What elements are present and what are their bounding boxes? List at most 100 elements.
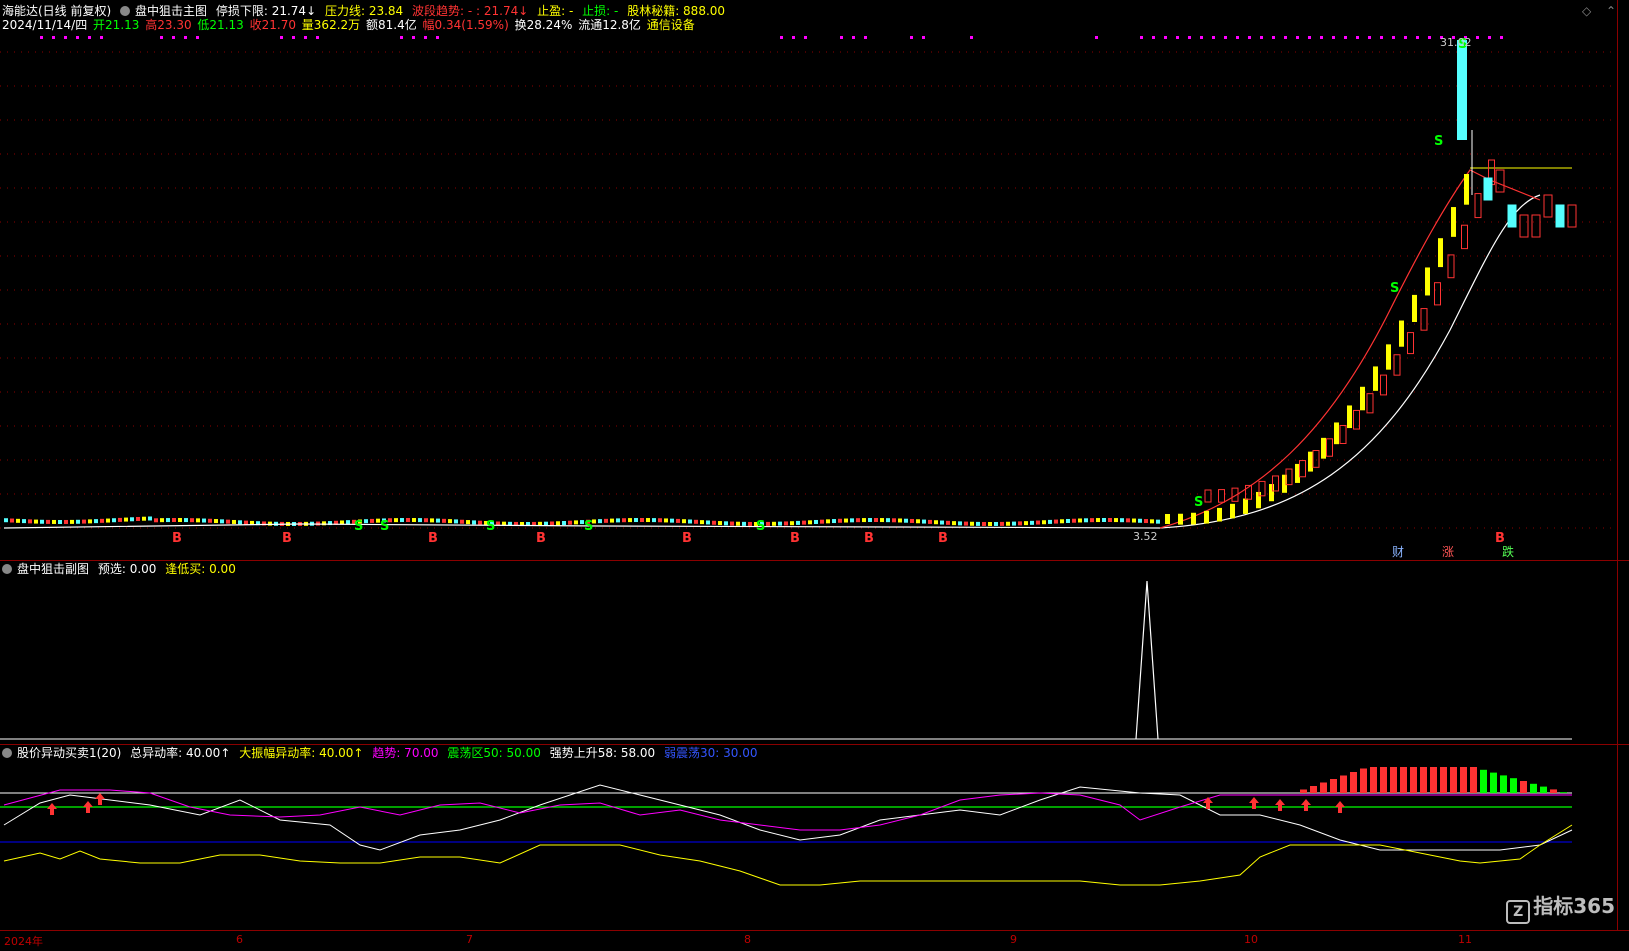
collapse-circle-icon[interactable] <box>2 564 12 574</box>
candle <box>670 518 674 523</box>
signal-dot <box>1488 36 1491 39</box>
ma-white-line <box>3 194 1541 529</box>
candle <box>730 521 734 526</box>
candle <box>424 518 428 523</box>
main-chart-canvas[interactable]: B B B B B B B B BS S S S SSSSS <box>0 0 1629 560</box>
indicator-panel[interactable]: 股价异动买卖1(20) 总异动率: 40.00↑ 大振幅异动率: 40.00↑ … <box>0 744 1629 931</box>
signal-dot <box>292 36 295 39</box>
candle <box>22 519 26 524</box>
candle <box>412 518 416 523</box>
buy-signal: B <box>282 531 292 546</box>
candle <box>988 522 992 526</box>
candle <box>202 518 206 523</box>
collapse-circle-icon[interactable] <box>2 748 12 758</box>
sell-signal: S <box>584 519 593 534</box>
date-label-9: 9 <box>1010 933 1017 946</box>
secret-value: 股林秘籍: 888.00 <box>627 4 726 18</box>
candle <box>1156 519 1160 524</box>
candle <box>742 521 746 526</box>
candle <box>136 516 140 521</box>
quote-low: 低21.13 <box>197 18 244 32</box>
candle <box>472 520 476 525</box>
stock-title[interactable]: 海能达(日线 前复权) <box>2 4 111 18</box>
sub-chart-panel[interactable]: 盘中狙击副图 预选: 0.00 逢低买: 0.00 <box>0 560 1629 745</box>
signal-dot <box>1368 36 1371 39</box>
candle <box>448 519 452 524</box>
trend-bar <box>1217 507 1222 522</box>
candle <box>196 518 200 523</box>
strong-rate: 强势上升58: 58.00 <box>549 746 656 760</box>
event-die[interactable]: 跌 <box>1502 543 1514 560</box>
signal-dot <box>196 36 199 39</box>
candle <box>574 520 578 525</box>
total-rate: 总异动率: 40.00↑ <box>130 746 231 760</box>
quote-close: 收21.70 <box>249 18 296 32</box>
event-zhang[interactable]: 涨 <box>1442 543 1454 560</box>
candle <box>52 519 56 524</box>
diamond-icon[interactable]: ◇ <box>1582 4 1591 18</box>
candle <box>1144 519 1148 524</box>
buy-low-value: 逢低买: 0.00 <box>165 562 236 576</box>
right-axis-line <box>1617 0 1618 930</box>
signal-dot <box>40 36 43 39</box>
sub-chart-canvas[interactable] <box>0 561 1629 745</box>
histogram-bar <box>1490 772 1497 793</box>
candle <box>784 521 788 526</box>
sub-indicator-name[interactable]: 盘中狙击副图 <box>17 562 89 576</box>
candle <box>4 518 8 523</box>
signal-dot <box>1284 36 1287 39</box>
candle <box>106 518 110 523</box>
candle <box>844 518 848 523</box>
signal-dot <box>780 36 783 39</box>
candle <box>886 518 890 523</box>
indicator-canvas[interactable] <box>0 745 1629 931</box>
candle <box>220 519 224 524</box>
candle <box>1138 518 1142 523</box>
candle <box>1012 521 1016 526</box>
candle <box>934 520 938 525</box>
candle <box>724 521 728 526</box>
candle <box>628 518 632 523</box>
histogram-bar <box>1550 789 1557 793</box>
signal-dot <box>1224 36 1227 39</box>
sell-signal: S <box>756 519 765 534</box>
trend-bar <box>1308 451 1313 472</box>
event-cai[interactable]: 财 <box>1392 543 1404 560</box>
collapse-circle-icon[interactable] <box>120 6 131 16</box>
trend-bar <box>1373 366 1378 391</box>
main-chart-panel[interactable]: BBBBBBBBBSSSSSSSSS 海能达(日线 前复权) 盘中狙击主图 停损… <box>0 0 1629 560</box>
signal-dot <box>64 36 67 39</box>
ind-indicator-name[interactable]: 股价异动买卖1(20) <box>17 746 121 760</box>
chevron-up-icon[interactable]: ⌃ <box>1606 4 1616 18</box>
signal-dot <box>1416 36 1419 39</box>
signal-dot <box>1344 36 1347 39</box>
signal-dot <box>1500 36 1503 39</box>
candle <box>370 518 374 523</box>
candle <box>850 518 854 523</box>
candle <box>568 520 572 525</box>
candle <box>1090 518 1094 523</box>
candle <box>652 518 656 523</box>
candle <box>46 519 50 524</box>
up-arrow-icon <box>1301 799 1311 811</box>
main-indicator-name[interactable]: 盘中狙击主图 <box>135 4 207 18</box>
candle <box>712 520 716 525</box>
signal-dot <box>1320 36 1323 39</box>
date-label-11: 11 <box>1458 933 1472 946</box>
candle-up <box>1393 354 1401 376</box>
candle <box>802 520 806 525</box>
signal-dot <box>436 36 439 39</box>
candle <box>76 519 80 524</box>
trend-bar <box>1438 238 1443 268</box>
spike-line <box>1135 580 1159 740</box>
candle <box>142 516 146 521</box>
candle <box>232 519 236 524</box>
up-arrow-icon <box>95 793 105 805</box>
candle <box>1060 519 1064 524</box>
candle <box>1084 518 1088 523</box>
date-label-8: 8 <box>744 933 751 946</box>
candle <box>1120 518 1124 523</box>
quote-sector[interactable]: 通信设备 <box>647 18 695 32</box>
up-arrow-icon <box>1335 801 1345 813</box>
signal-dot <box>1260 36 1263 39</box>
